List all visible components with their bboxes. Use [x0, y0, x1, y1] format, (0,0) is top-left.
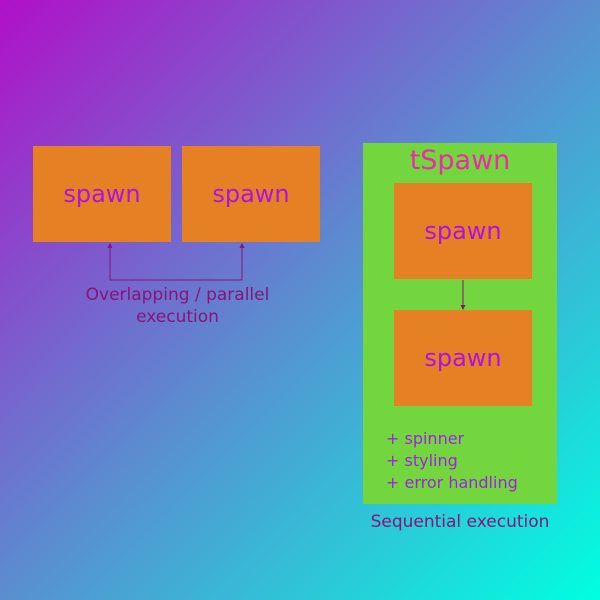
parallel-connector-arrow-right [239, 243, 245, 248]
connector-layer [107, 243, 466, 310]
parallel-connector-bracket [109, 245, 243, 281]
parallel-connector-arrow-left [107, 243, 113, 248]
sequential-connector-arrow [460, 305, 466, 310]
diagram-canvas: spawn spawn Overlapping / parallel execu… [0, 0, 600, 600]
